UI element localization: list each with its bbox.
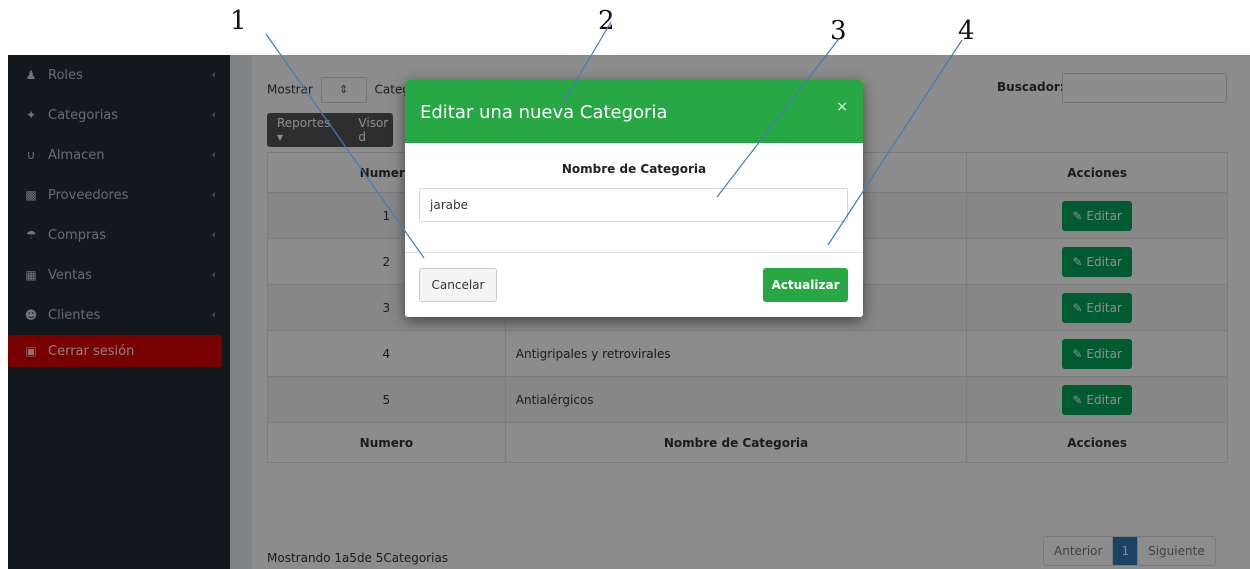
callout-number: 2 — [598, 6, 615, 36]
update-button[interactable]: Actualizar — [763, 268, 848, 302]
category-name-input[interactable]: jarabe — [419, 188, 848, 222]
cancel-button[interactable]: Cancelar — [419, 268, 497, 302]
category-name-label: Nombre de Categoria — [561, 162, 707, 176]
callout-number: 4 — [958, 16, 975, 46]
edit-category-modal: Editar una nueva Categoria × Nombre de C… — [405, 80, 863, 317]
close-icon[interactable]: × — [836, 99, 848, 115]
modal-title: Editar una nueva Categoria — [420, 102, 668, 123]
figure: 1 2 3 4 ♟ Roles ‹ ✦ Categorias ‹ ∪ Almac… — [0, 0, 1250, 569]
modal-divider — [405, 252, 863, 253]
modal-header: Editar una nueva Categoria × — [405, 80, 863, 143]
callout-number: 1 — [230, 6, 247, 36]
callout-number: 3 — [830, 16, 847, 46]
